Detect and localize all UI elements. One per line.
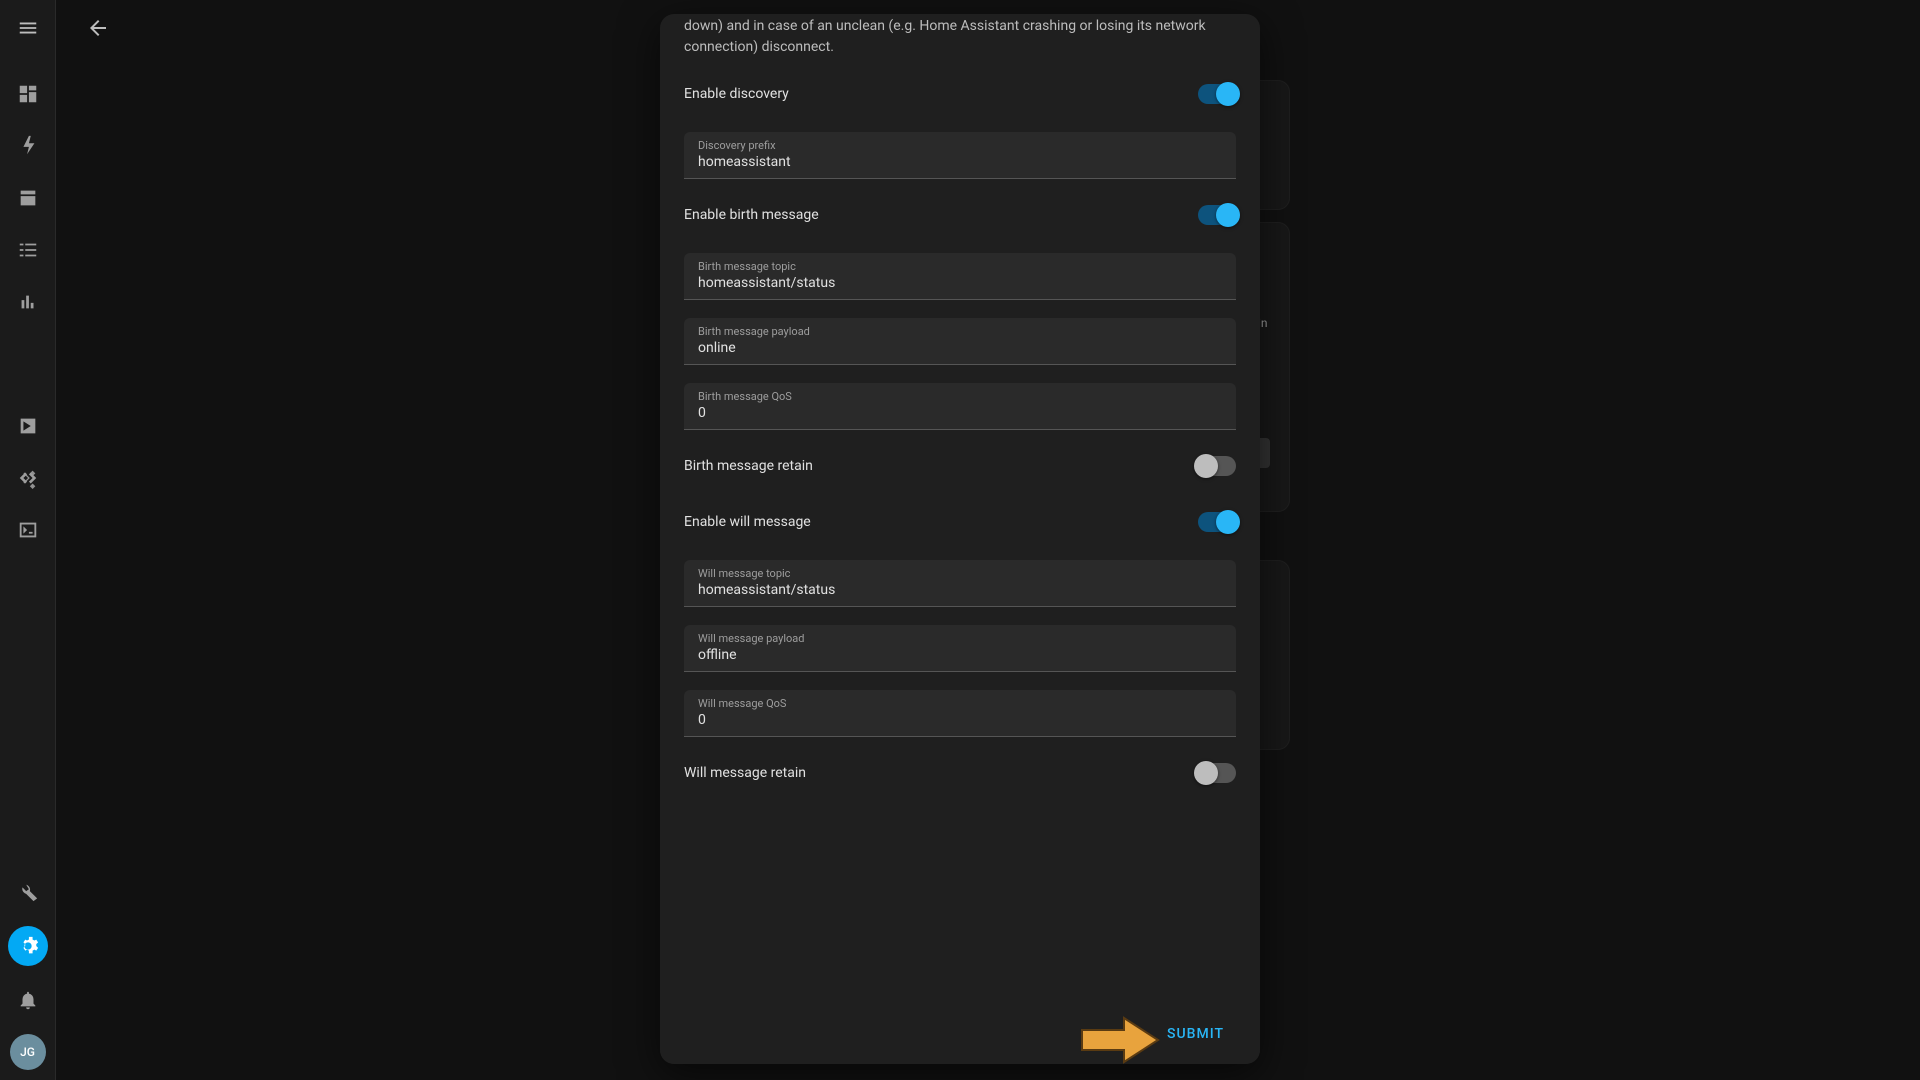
will-retain-toggle[interactable] bbox=[1198, 763, 1236, 783]
sidebar: JG bbox=[0, 0, 56, 1080]
enable-discovery-label: Enable discovery bbox=[684, 86, 789, 102]
vscode-icon[interactable] bbox=[8, 458, 48, 498]
will-retain-row: Will message retain bbox=[684, 737, 1236, 793]
birth-topic-field[interactable]: Birth message topic homeassistant/status bbox=[684, 253, 1236, 300]
enable-will-row: Enable will message bbox=[684, 486, 1236, 542]
enable-birth-label: Enable birth message bbox=[684, 207, 819, 223]
settings-icon[interactable] bbox=[8, 926, 48, 966]
will-payload-field[interactable]: Will message payload offline bbox=[684, 625, 1236, 672]
avatar-initials: JG bbox=[20, 1045, 35, 1059]
terminal-icon[interactable] bbox=[8, 510, 48, 550]
field-value[interactable]: homeassistant/status bbox=[698, 582, 1222, 598]
enable-discovery-row: Enable discovery bbox=[684, 58, 1236, 114]
enable-discovery-toggle[interactable] bbox=[1198, 84, 1236, 104]
field-value[interactable]: homeassistant bbox=[698, 154, 1222, 170]
birth-retain-label: Birth message retain bbox=[684, 458, 813, 474]
map-icon[interactable] bbox=[8, 178, 48, 218]
field-value[interactable]: offline bbox=[698, 647, 1222, 663]
will-topic-field[interactable]: Will message topic homeassistant/status bbox=[684, 560, 1236, 607]
discovery-prefix-field[interactable]: Discovery prefix homeassistant bbox=[684, 132, 1236, 179]
field-label: Will message QoS bbox=[698, 697, 786, 710]
media-icon[interactable] bbox=[8, 406, 48, 446]
dialog-scroll[interactable]: down) and in case of an unclean (e.g. Ho… bbox=[660, 14, 1260, 1064]
dashboard-icon[interactable] bbox=[8, 74, 48, 114]
menu-icon[interactable] bbox=[0, 0, 56, 56]
field-value[interactable]: homeassistant/status bbox=[698, 275, 1222, 291]
logbook-icon[interactable] bbox=[8, 230, 48, 270]
back-icon[interactable] bbox=[78, 8, 118, 48]
field-value[interactable]: online bbox=[698, 340, 1222, 356]
field-label: Birth message topic bbox=[698, 260, 796, 273]
submit-button[interactable]: SUBMIT bbox=[1155, 1016, 1236, 1052]
field-label: Birth message payload bbox=[698, 325, 810, 338]
dialog-footer: SUBMIT bbox=[660, 1004, 1260, 1064]
field-value[interactable]: 0 bbox=[698, 712, 1222, 728]
birth-qos-field[interactable]: Birth message QoS 0 bbox=[684, 383, 1236, 430]
birth-retain-row: Birth message retain bbox=[684, 430, 1236, 486]
will-retain-label: Will message retain bbox=[684, 765, 806, 781]
history-icon[interactable] bbox=[8, 282, 48, 322]
field-label: Birth message QoS bbox=[698, 390, 792, 403]
mqtt-options-dialog: down) and in case of an unclean (e.g. Ho… bbox=[660, 14, 1260, 1064]
enable-will-label: Enable will message bbox=[684, 514, 811, 530]
birth-retain-toggle[interactable] bbox=[1198, 456, 1236, 476]
field-label: Will message topic bbox=[698, 567, 790, 580]
will-qos-field[interactable]: Will message QoS 0 bbox=[684, 690, 1236, 737]
avatar[interactable]: JG bbox=[10, 1034, 46, 1070]
field-label: Will message payload bbox=[698, 632, 805, 645]
dialog-intro-text: down) and in case of an unclean (e.g. Ho… bbox=[684, 14, 1236, 58]
field-value[interactable]: 0 bbox=[698, 405, 1222, 421]
notifications-icon[interactable] bbox=[8, 980, 48, 1020]
enable-will-toggle[interactable] bbox=[1198, 512, 1236, 532]
energy-icon[interactable] bbox=[8, 126, 48, 166]
field-label: Discovery prefix bbox=[698, 139, 776, 152]
enable-birth-toggle[interactable] bbox=[1198, 205, 1236, 225]
enable-birth-row: Enable birth message bbox=[684, 179, 1236, 235]
devtools-icon[interactable] bbox=[8, 872, 48, 912]
birth-payload-field[interactable]: Birth message payload online bbox=[684, 318, 1236, 365]
